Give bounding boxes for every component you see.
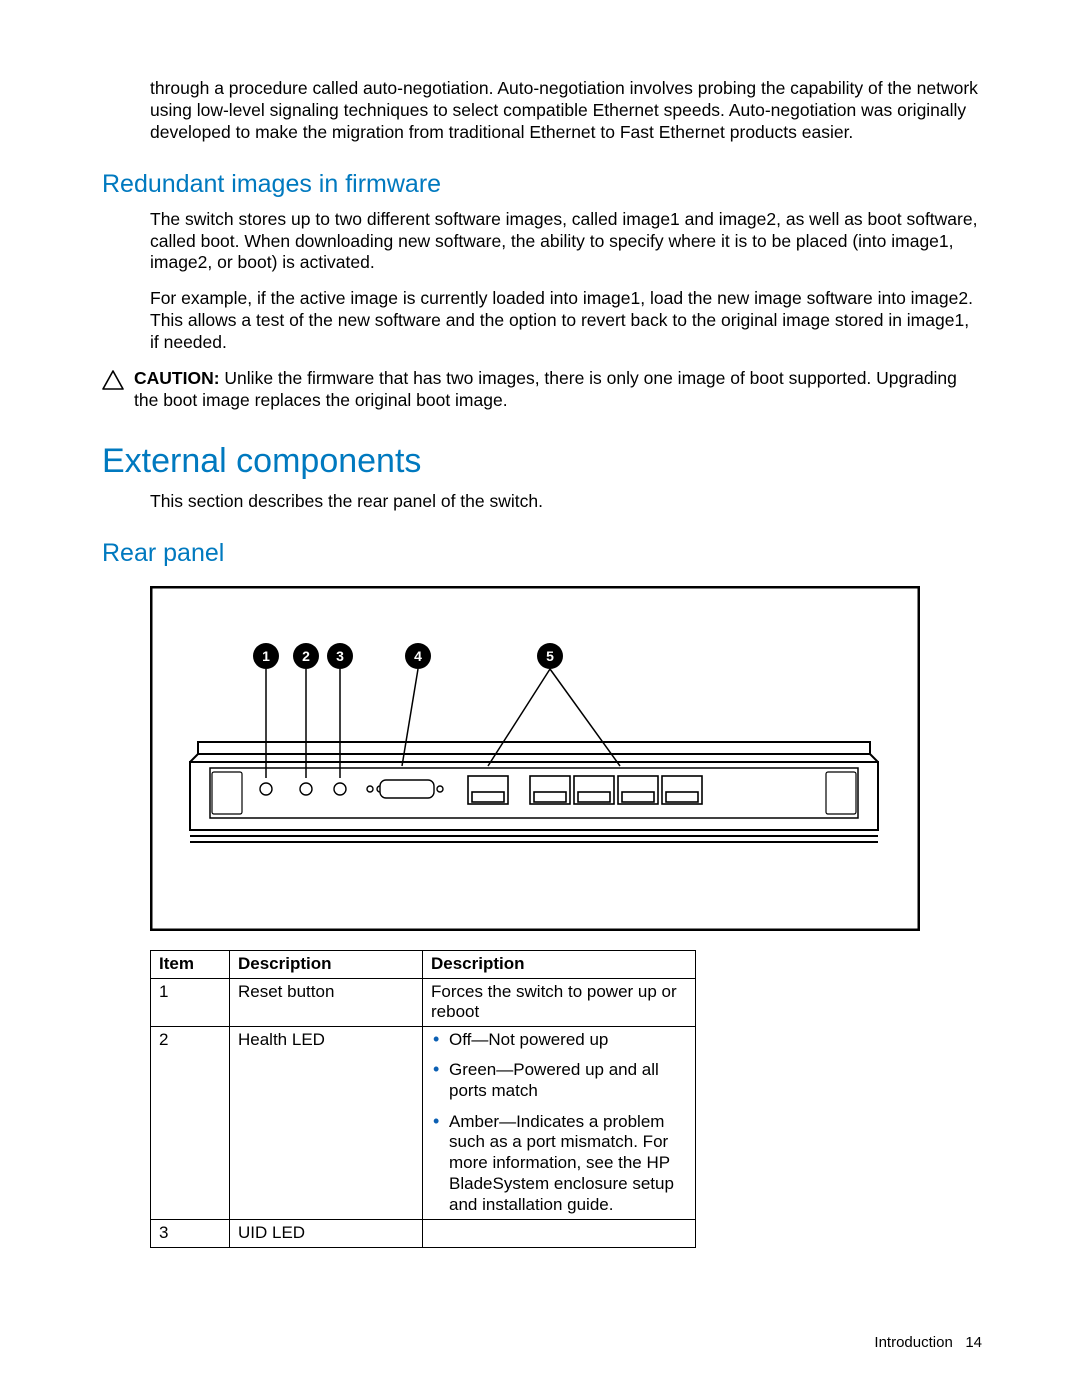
callout-1: 1 xyxy=(262,648,270,664)
list-item: Off—Not powered up xyxy=(449,1030,687,1051)
heading-redundant-images: Redundant images in firmware xyxy=(102,170,982,199)
caution-label: CAUTION: xyxy=(134,368,220,388)
table-row: 2 Health LED Off—Not powered up Green—Po… xyxy=(151,1026,696,1220)
component-table: Item Description Description 1 Reset but… xyxy=(150,950,696,1249)
cell-desc2: Forces the switch to power up or reboot xyxy=(423,978,696,1026)
document-page: through a procedure called auto-negotiat… xyxy=(0,0,1080,1397)
rear-panel-diagram: 1 2 3 4 5 xyxy=(150,586,982,936)
cell-desc2 xyxy=(423,1220,696,1248)
th-desc2: Description xyxy=(423,950,696,978)
heading-rear-panel: Rear panel xyxy=(102,539,982,568)
sec1-p1: The switch stores up to two different so… xyxy=(150,209,982,275)
page-footer: Introduction 14 xyxy=(874,1334,982,1351)
callout-5: 5 xyxy=(546,648,554,664)
caution-text: CAUTION: Unlike the firmware that has tw… xyxy=(134,368,982,412)
callout-2: 2 xyxy=(302,648,310,664)
caution-block: CAUTION: Unlike the firmware that has tw… xyxy=(102,368,982,412)
callout-4: 4 xyxy=(414,648,422,664)
callout-3: 3 xyxy=(336,648,344,664)
heading-external-components: External components xyxy=(102,442,982,481)
footer-section: Introduction xyxy=(874,1334,952,1351)
cell-desc1: UID LED xyxy=(230,1220,423,1248)
cell-desc1: Reset button xyxy=(230,978,423,1026)
list-item: Green—Powered up and all ports match xyxy=(449,1060,687,1101)
cell-item: 3 xyxy=(151,1220,230,1248)
cell-desc2: Off—Not powered up Green—Powered up and … xyxy=(423,1026,696,1220)
intro-paragraph: through a procedure called auto-negotiat… xyxy=(150,78,982,144)
caution-triangle-icon xyxy=(102,370,124,412)
th-item: Item xyxy=(151,950,230,978)
cell-item: 1 xyxy=(151,978,230,1026)
cell-item: 2 xyxy=(151,1026,230,1220)
table-row: 1 Reset button Forces the switch to powe… xyxy=(151,978,696,1026)
sec1-p2: For example, if the active image is curr… xyxy=(150,288,982,354)
table-row: 3 UID LED xyxy=(151,1220,696,1248)
caution-body: Unlike the firmware that has two images,… xyxy=(134,368,957,410)
th-desc1: Description xyxy=(230,950,423,978)
list-item: Amber—Indicates a problem such as a port… xyxy=(449,1112,687,1216)
sec2-p1: This section describes the rear panel of… xyxy=(150,491,982,513)
footer-page-number: 14 xyxy=(965,1334,982,1351)
cell-desc1: Health LED xyxy=(230,1026,423,1220)
